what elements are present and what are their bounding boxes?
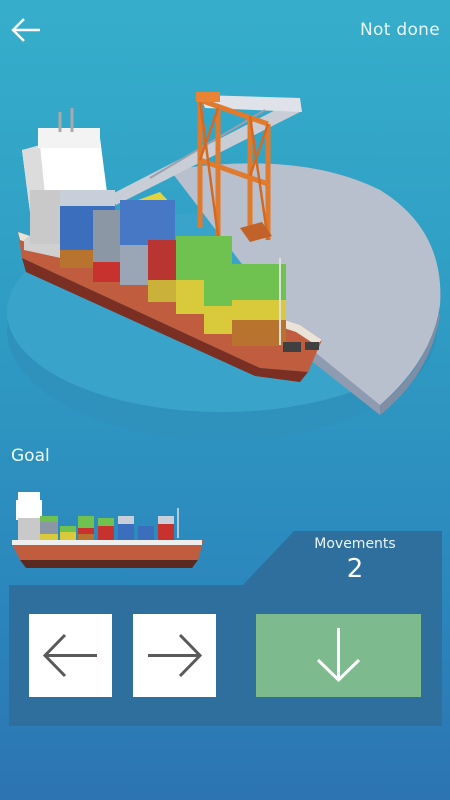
top-bar: Not done — [0, 0, 450, 62]
arrow-left-icon — [42, 633, 97, 678]
move-left-button[interactable] — [29, 614, 112, 697]
move-right-button[interactable] — [133, 614, 216, 697]
goal-ship-preview — [12, 492, 204, 568]
back-button[interactable] — [8, 14, 44, 46]
movements-counter: Movements 2 — [300, 536, 410, 584]
drop-container-button[interactable] — [256, 614, 421, 697]
goal-label: Goal — [11, 446, 50, 466]
game-scene[interactable] — [0, 60, 450, 450]
arrow-right-icon — [148, 633, 203, 678]
movements-value: 2 — [346, 554, 364, 584]
arrow-left-icon — [11, 18, 40, 42]
arrow-down-icon — [316, 628, 361, 683]
completion-status: Not done — [359, 20, 440, 40]
movements-label: Movements — [314, 536, 396, 552]
